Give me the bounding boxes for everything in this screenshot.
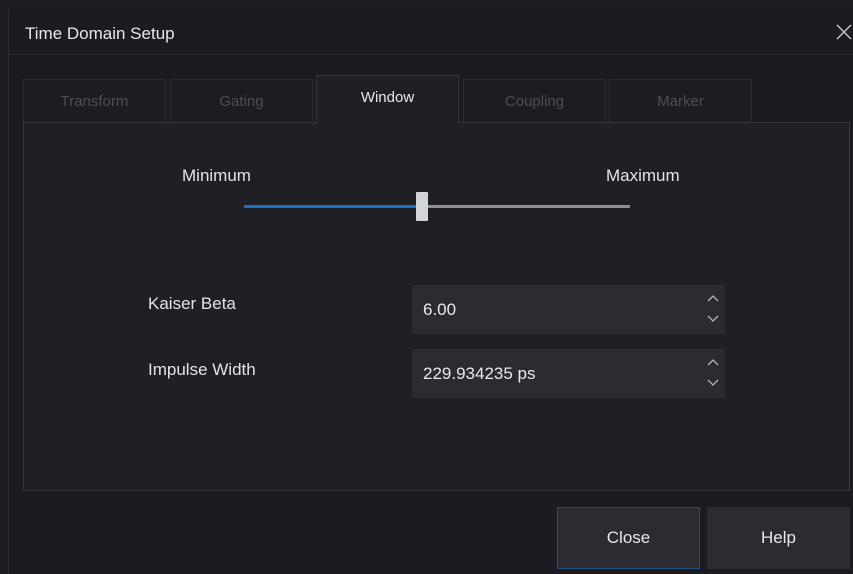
window-panel: Minimum Maximum Kaiser Beta 6.00 Impulse… xyxy=(23,122,850,491)
tab-marker[interactable]: Marker xyxy=(609,79,752,123)
kaiser-beta-field[interactable]: 6.00 xyxy=(412,285,725,334)
impulse-width-value[interactable]: 229.934235 ps xyxy=(423,364,536,384)
tab-transform[interactable]: Transform xyxy=(23,79,166,123)
kaiser-beta-value[interactable]: 6.00 xyxy=(423,300,456,320)
impulse-width-field[interactable]: 229.934235 ps xyxy=(412,349,725,398)
tab-window[interactable]: Window xyxy=(316,75,459,124)
help-button[interactable]: Help xyxy=(707,507,850,569)
chevron-down-icon[interactable] xyxy=(705,376,721,390)
time-domain-setup-dialog: Time Domain Setup Transform Gating Windo… xyxy=(8,9,853,574)
close-icon[interactable] xyxy=(834,22,853,42)
slider-track-empty xyxy=(421,205,630,208)
title-bar: Time Domain Setup xyxy=(9,9,853,55)
kaiser-beta-label: Kaiser Beta xyxy=(148,294,236,313)
dialog-title: Time Domain Setup xyxy=(25,24,175,43)
slider-max-label: Maximum xyxy=(606,166,680,185)
slider-min-label: Minimum xyxy=(182,166,251,185)
slider-track-filled xyxy=(244,205,422,208)
close-button[interactable]: Close xyxy=(557,507,700,569)
chevron-up-icon[interactable] xyxy=(705,355,721,369)
tab-coupling[interactable]: Coupling xyxy=(463,79,606,123)
slider-thumb[interactable] xyxy=(415,192,428,221)
impulse-width-label: Impulse Width xyxy=(148,360,256,379)
chevron-down-icon[interactable] xyxy=(705,312,721,326)
chevron-up-icon[interactable] xyxy=(705,291,721,305)
tab-gating[interactable]: Gating xyxy=(170,79,313,123)
